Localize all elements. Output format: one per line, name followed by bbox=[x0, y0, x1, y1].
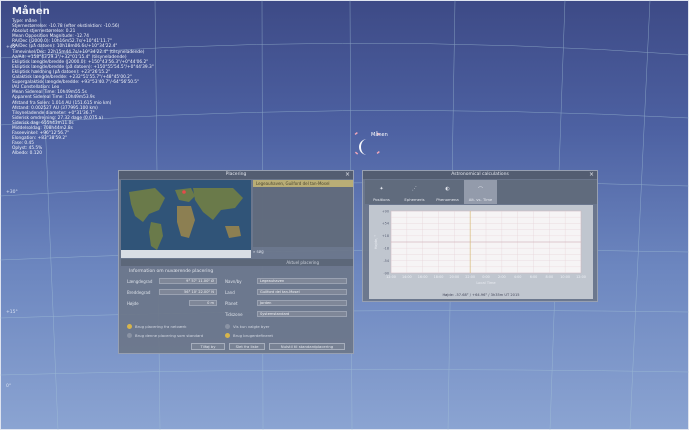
current-location-bar: Aktuel placering bbox=[121, 259, 353, 266]
reset-location-button[interactable]: Nulstil til standardplacering bbox=[269, 343, 345, 350]
astronomical-calculations-window: Astronomical calculations × ✦ Positions … bbox=[362, 170, 598, 302]
search-icon: ⌕ bbox=[253, 249, 256, 254]
x-tick-label: 0:00 bbox=[482, 275, 490, 279]
tab-label: Positions bbox=[373, 197, 390, 202]
y-axis-label: Højde, ° bbox=[374, 235, 378, 250]
latitude-input[interactable]: 56° 10' 22.00" N bbox=[159, 289, 217, 295]
astro-tabs: ✦ Positions ⋰ Ephemeris ◐ Phenomena ⌒ Al… bbox=[365, 180, 597, 204]
object-info-panel: Månen Type: måne Stjernestørrelse: -10.7… bbox=[12, 6, 154, 157]
city-list[interactable] bbox=[253, 187, 353, 247]
y-tick-label: +54 bbox=[382, 222, 389, 226]
x-axis-label: Local Time bbox=[476, 281, 496, 285]
positions-icon: ✦ bbox=[379, 186, 384, 192]
timezone-select[interactable]: Systemstandard bbox=[257, 311, 347, 317]
city-search[interactable]: ⌕ søg bbox=[253, 249, 353, 257]
x-tick-label: 10:00 bbox=[560, 275, 570, 279]
use-network-location-label: Brug placering fra netværk bbox=[135, 324, 187, 329]
y-tick-label: +18 bbox=[382, 234, 389, 238]
y-tick-label: +90 bbox=[382, 209, 389, 213]
astro-window-title: Astronomical calculations bbox=[451, 172, 509, 177]
altitude-icon: ⌒ bbox=[477, 187, 483, 193]
astro-window-titlebar[interactable]: Astronomical calculations × bbox=[363, 171, 597, 179]
altitude-label: Højde bbox=[127, 301, 139, 306]
x-tick-label: 12:00 bbox=[576, 275, 586, 279]
grid-label: 0° bbox=[6, 384, 12, 389]
moon-icon bbox=[359, 139, 367, 155]
tab-label: Ephemeris bbox=[404, 197, 425, 202]
grid-label: +30° bbox=[6, 190, 18, 195]
country-select[interactable]: Guilford del tan-Mosel bbox=[257, 289, 347, 295]
delete-city-button[interactable]: Slet fra liste bbox=[229, 343, 265, 350]
location-section-title: Information om nuværende placering bbox=[129, 269, 214, 274]
tab-positions[interactable]: ✦ Positions bbox=[365, 180, 398, 204]
latitude-label: Breddegrad bbox=[127, 290, 151, 295]
object-name: Månen bbox=[12, 6, 50, 17]
altitude-input[interactable]: 0 m bbox=[189, 300, 217, 306]
use-custom-label: Brug brugerdefineret bbox=[233, 333, 273, 338]
grid-label: +15° bbox=[6, 310, 18, 315]
show-selected-cities-checkbox[interactable] bbox=[225, 324, 230, 329]
x-tick-label: 18:00 bbox=[434, 275, 444, 279]
location-window-title: Placering bbox=[225, 172, 247, 177]
tab-label: Alt. vs. Time bbox=[468, 197, 493, 202]
location-window-titlebar[interactable]: Placering × bbox=[119, 171, 353, 179]
x-tick-label: 22:00 bbox=[465, 275, 475, 279]
x-tick-label: 14:00 bbox=[402, 275, 412, 279]
phenomena-icon: ◐ bbox=[445, 186, 450, 192]
show-selected-cities-label: Vis kun valgte byer bbox=[233, 324, 270, 329]
info-line: Albedo: 0.120 bbox=[12, 151, 42, 157]
longitude-label: Længdegrad bbox=[127, 279, 153, 284]
object-info-lines: Type: måne Stjernestørrelse: -10.78 (eft… bbox=[12, 19, 154, 157]
close-icon[interactable]: × bbox=[589, 171, 594, 179]
country-label: Land bbox=[225, 290, 235, 295]
tab-label: Phenomena bbox=[436, 197, 459, 202]
planet-select[interactable]: Jorden bbox=[257, 300, 347, 306]
world-map-image bbox=[121, 180, 251, 258]
tab-ephemeris[interactable]: ⋰ Ephemeris bbox=[398, 180, 431, 204]
use-as-default-checkbox[interactable] bbox=[127, 333, 132, 338]
timezone-label: Tidszone bbox=[225, 312, 243, 317]
x-tick-label: 12:00 bbox=[386, 275, 396, 279]
location-window: Placering × Legeauhaven, Guilford del ta… bbox=[118, 170, 354, 354]
info-line: Timevinkel/Dec: 22h15m44.7s/+10°34'22.4"… bbox=[12, 49, 145, 55]
city-name-label: Navn/by bbox=[225, 279, 242, 284]
altitude-readout: Højde: -57.68° / +64.96° / 3h35m UT 2015 bbox=[442, 293, 520, 297]
planet-label: Planet bbox=[225, 301, 238, 306]
x-tick-label: 20:00 bbox=[449, 275, 459, 279]
x-tick-label: 8:00 bbox=[546, 275, 554, 279]
use-custom-checkbox[interactable] bbox=[225, 333, 230, 338]
x-tick-label: 6:00 bbox=[530, 275, 538, 279]
longitude-input[interactable]: 9° 57' 11.00" Ø bbox=[159, 278, 217, 284]
ephemeris-icon: ⋰ bbox=[412, 186, 417, 192]
world-map[interactable] bbox=[121, 180, 251, 258]
city-name-input[interactable]: Legeauhaven bbox=[257, 278, 347, 284]
use-network-location-checkbox[interactable] bbox=[127, 324, 132, 329]
moon-label[interactable]: Månen bbox=[371, 132, 388, 138]
city-list-selected[interactable]: Legeauhaven, Guilford del tan-Mosel bbox=[253, 180, 353, 187]
search-input[interactable]: søg bbox=[257, 249, 264, 254]
x-tick-label: 4:00 bbox=[514, 275, 522, 279]
x-tick-label: 16:00 bbox=[418, 275, 428, 279]
altitude-vs-time-chart[interactable]: +90+54+18-18-54-9012:00 14:00 16:00 18:00 20… bbox=[369, 205, 593, 289]
x-tick-label: 2:00 bbox=[498, 275, 506, 279]
close-icon[interactable]: × bbox=[345, 171, 350, 179]
tab-phenomena[interactable]: ◐ Phenomena bbox=[431, 180, 464, 204]
y-tick-label: -54 bbox=[383, 259, 389, 263]
y-tick-label: -18 bbox=[383, 247, 389, 251]
location-marker-icon bbox=[182, 190, 186, 194]
add-city-button[interactable]: Tilføj by bbox=[191, 343, 225, 350]
tab-alt-vs-time[interactable]: ⌒ Alt. vs. Time bbox=[464, 180, 497, 204]
use-as-default-label: Brug denne placering som standard bbox=[135, 333, 204, 338]
